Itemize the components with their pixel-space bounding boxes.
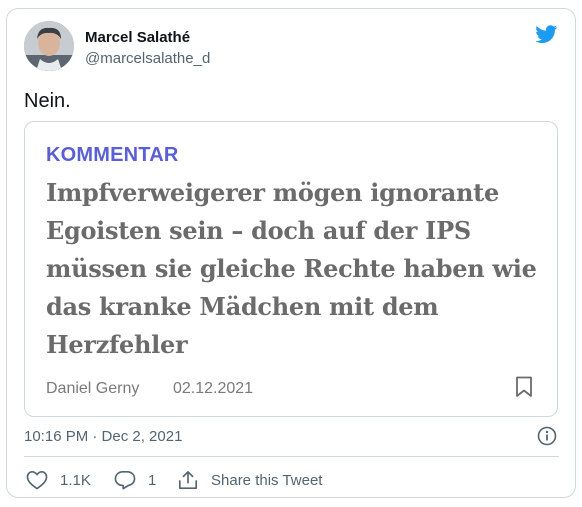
card-author: Daniel Gerny	[46, 380, 140, 397]
reply-icon	[114, 471, 136, 490]
card-title-line: Herzfehler	[46, 330, 188, 359]
reply-button[interactable]: 1	[114, 469, 156, 491]
share-label: Share this Tweet	[211, 471, 323, 489]
tweet-embed: Marcel Salathé @marcelsalathe_d Nein. KO…	[6, 8, 576, 498]
display-name[interactable]: Marcel Salathé	[85, 29, 190, 46]
link-card[interactable]: KOMMENTAR Impfverweigerer mögen ignorant…	[24, 121, 558, 417]
share-icon	[179, 471, 197, 489]
card-kicker: KOMMENTAR	[46, 144, 179, 166]
card-title[interactable]: Impfverweigerer mögen ignorante Egoisten…	[46, 174, 537, 364]
like-count: 1.1K	[60, 471, 91, 489]
info-icon[interactable]	[537, 426, 557, 446]
card-title-line: Impfverweigerer mögen ignorante	[46, 178, 499, 207]
divider	[24, 456, 559, 457]
share-button[interactable]: Share this Tweet	[177, 469, 322, 491]
avatar-image	[24, 21, 74, 71]
user-handle[interactable]: @marcelsalathe_d	[85, 50, 210, 67]
card-title-line: Egoisten sein – doch auf der IPS	[46, 216, 471, 245]
bookmark-icon[interactable]	[515, 376, 533, 398]
twitter-bird-icon[interactable]	[534, 23, 559, 45]
tweet-timestamp[interactable]: 10:16 PM · Dec 2, 2021	[24, 428, 182, 445]
reply-count: 1	[148, 471, 157, 489]
heart-icon	[26, 471, 48, 490]
tweet-text: Nein.	[24, 90, 71, 112]
card-title-line: das kranke Mädchen mit dem	[46, 292, 439, 321]
card-title-line: müssen sie gleiche Rechte haben wie	[46, 254, 537, 283]
like-button[interactable]: 1.1K	[26, 469, 91, 491]
card-date: 02.12.2021	[173, 380, 254, 397]
avatar[interactable]	[24, 21, 74, 71]
